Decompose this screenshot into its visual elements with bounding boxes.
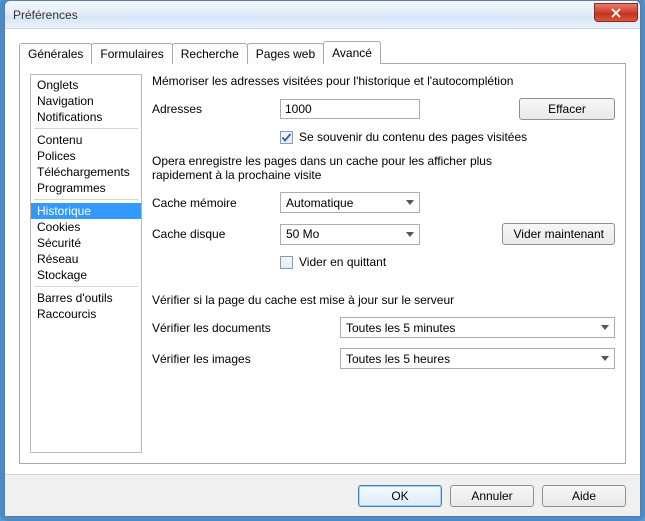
sidebar-item-stockage[interactable]: Stockage (31, 267, 141, 283)
client-area: Générales Formulaires Recherche Pages we… (5, 29, 640, 474)
history-intro: Mémoriser les adresses visitées pour l'h… (152, 74, 615, 88)
sidebar-item-cookies[interactable]: Cookies (31, 219, 141, 235)
help-button[interactable]: Aide (542, 485, 626, 507)
chevron-down-icon (598, 320, 612, 336)
sidebar-item-notifications[interactable]: Notifications (31, 109, 141, 125)
dialog-footer: OK Annuler Aide (5, 474, 640, 516)
remember-content-checkbox[interactable] (280, 131, 293, 144)
cancel-button[interactable]: Annuler (450, 485, 534, 507)
preferences-window: Préférences Générales Formulaires Recher… (4, 0, 641, 517)
check-intro: Vérifier si la page du cache est mise à … (152, 293, 615, 307)
addresses-input[interactable] (280, 99, 420, 119)
tab-generales[interactable]: Générales (19, 43, 92, 64)
sidebar-item-barres-d-outils[interactable]: Barres d'outils (31, 290, 141, 306)
sidebar-item-onglets[interactable]: Onglets (31, 77, 141, 93)
sidebar-item-contenu[interactable]: Contenu (31, 132, 141, 148)
window-title: Préférences (13, 8, 594, 22)
sidebar-separator (34, 286, 138, 287)
sidebar-item-historique[interactable]: Historique (31, 203, 141, 219)
close-icon (610, 8, 622, 18)
empty-on-exit-label: Vider en quittant (299, 255, 386, 269)
chevron-down-icon (403, 226, 417, 242)
title-bar: Préférences (5, 1, 640, 29)
advanced-sidebar: OngletsNavigationNotifications ContenuPol… (30, 74, 142, 453)
cache-intro: Opera enregistre les pages dans un cache… (152, 154, 532, 182)
tab-panel-avance: OngletsNavigationNotifications ContenuPol… (19, 63, 626, 464)
mem-cache-label: Cache mémoire (152, 196, 272, 210)
check-docs-label: Vérifier les documents (152, 321, 332, 335)
ok-button[interactable]: OK (358, 485, 442, 507)
addresses-row: Adresses Effacer (152, 98, 615, 120)
empty-on-exit-checkbox[interactable] (280, 256, 293, 269)
sidebar-separator (34, 128, 138, 129)
sidebar-separator (34, 199, 138, 200)
disk-cache-label: Cache disque (152, 227, 272, 241)
sidebar-item-polices[interactable]: Polices (31, 148, 141, 164)
tab-formulaires[interactable]: Formulaires (91, 43, 172, 64)
history-pane: Mémoriser les adresses visitées pour l'h… (152, 74, 615, 453)
addresses-label: Adresses (152, 102, 272, 116)
tab-pages-web[interactable]: Pages web (247, 43, 324, 64)
disk-cache-row: Cache disque 50 Mo Vider maintenant (152, 223, 615, 245)
chevron-down-icon (403, 195, 417, 211)
close-button[interactable] (594, 3, 638, 22)
empty-cache-now-button[interactable]: Vider maintenant (502, 223, 615, 245)
remember-content-row: Se souvenir du contenu des pages visitée… (280, 130, 615, 144)
sidebar-item-securite[interactable]: Sécurité (31, 235, 141, 251)
check-icon (281, 132, 292, 143)
sidebar-item-telechargements[interactable]: Téléchargements (31, 164, 141, 180)
check-docs-row: Vérifier les documents Toutes les 5 minu… (152, 317, 615, 338)
chevron-down-icon (598, 351, 612, 367)
disk-cache-select[interactable]: 50 Mo (280, 224, 420, 245)
clear-addresses-button[interactable]: Effacer (519, 98, 615, 120)
tab-avance[interactable]: Avancé (323, 41, 381, 64)
sidebar-item-raccourcis[interactable]: Raccourcis (31, 306, 141, 322)
mem-cache-select[interactable]: Automatique (280, 192, 420, 213)
check-images-select[interactable]: Toutes les 5 heures (340, 348, 615, 369)
empty-on-exit-row: Vider en quittant (280, 255, 615, 269)
check-images-row: Vérifier les images Toutes les 5 heures (152, 348, 615, 369)
check-images-label: Vérifier les images (152, 352, 332, 366)
check-docs-select[interactable]: Toutes les 5 minutes (340, 317, 615, 338)
tab-strip: Générales Formulaires Recherche Pages we… (19, 41, 626, 63)
sidebar-item-reseau[interactable]: Réseau (31, 251, 141, 267)
sidebar-item-programmes[interactable]: Programmes (31, 180, 141, 196)
sidebar-item-navigation[interactable]: Navigation (31, 93, 141, 109)
mem-cache-row: Cache mémoire Automatique (152, 192, 615, 213)
remember-content-label: Se souvenir du contenu des pages visitée… (299, 130, 527, 144)
tab-recherche[interactable]: Recherche (172, 43, 248, 64)
